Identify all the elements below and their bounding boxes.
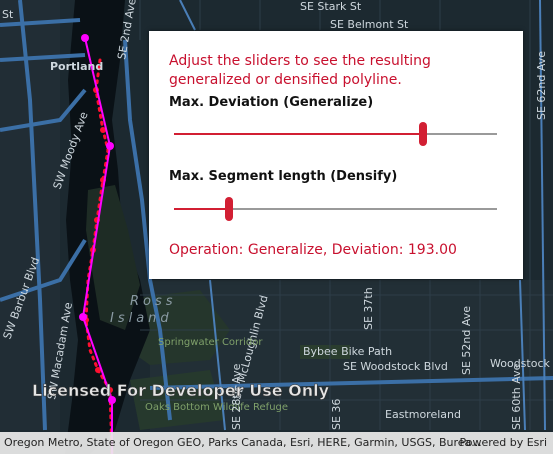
powered-by-text[interactable]: Powered by Esri (459, 436, 547, 449)
svg-text:SE Stark St: SE Stark St (300, 0, 362, 13)
segment-slider-label: Max. Segment length (Densify) (169, 169, 398, 184)
svg-text:Oaks Bottom Wildlife Refuge: Oaks Bottom Wildlife Refuge (145, 402, 288, 413)
attribution-bar: Oregon Metro, State of Oregon GEO, Parks… (0, 432, 553, 454)
segment-slider[interactable] (174, 197, 497, 221)
segment-slider-fill (174, 208, 229, 210)
svg-text:SE 37th: SE 37th (362, 287, 375, 330)
deviation-slider-thumb[interactable] (418, 122, 427, 146)
operation-result: Operation: Generalize, Deviation: 193.00 (169, 242, 457, 258)
svg-text:SE 60th Ave: SE 60th Ave (510, 363, 523, 430)
svg-text:Island: Island (110, 311, 173, 326)
svg-text:SE 62nd Ave: SE 62nd Ave (535, 51, 548, 120)
instruction-text: Adjust the sliders to see the resulting … (169, 53, 431, 88)
deviation-slider-fill (174, 133, 423, 135)
attribution-text[interactable]: Oregon Metro, State of Oregon GEO, Parks… (4, 436, 482, 449)
svg-text:SE 52nd Ave: SE 52nd Ave (460, 306, 473, 375)
license-watermark: Licensed For Developer Use Only (32, 381, 330, 400)
svg-text:Ross: Ross (130, 294, 177, 309)
svg-text:St: St (2, 8, 14, 21)
deviation-slider[interactable] (174, 122, 497, 146)
svg-text:Bybee Bike Path: Bybee Bike Path (303, 345, 392, 358)
control-panel: Adjust the sliders to see the resulting … (149, 31, 523, 279)
svg-text:SE Belmont St: SE Belmont St (330, 18, 409, 31)
svg-text:Portland: Portland (50, 60, 103, 73)
svg-text:Springwater Corridor: Springwater Corridor (158, 337, 263, 348)
segment-slider-thumb[interactable] (224, 197, 233, 221)
svg-text:SE Woodstock Blvd: SE Woodstock Blvd (343, 360, 448, 373)
svg-text:Eastmoreland: Eastmoreland (385, 408, 461, 421)
deviation-slider-label: Max. Deviation (Generalize) (169, 95, 374, 110)
svg-text:SE 36: SE 36 (330, 399, 343, 430)
